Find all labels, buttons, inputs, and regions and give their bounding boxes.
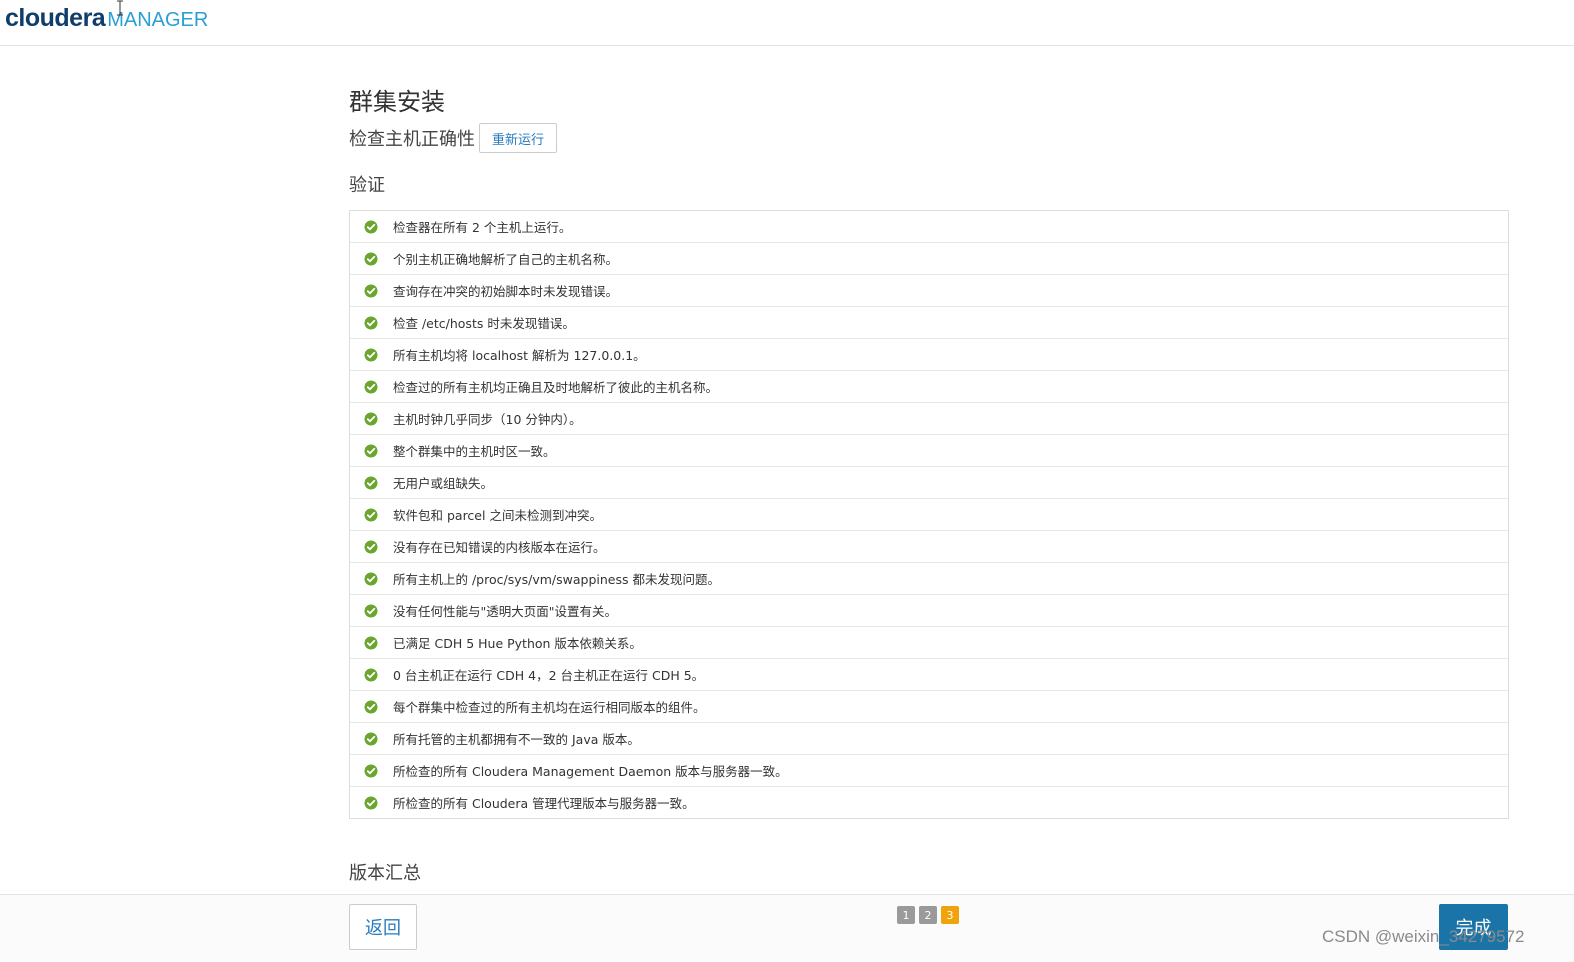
success-icon bbox=[364, 540, 378, 553]
check-text: 所有托管的主机都拥有不一致的 Java 版本。 bbox=[393, 732, 640, 747]
list-item: 个别主机正确地解析了自己的主机名称。 bbox=[350, 243, 1508, 275]
success-icon bbox=[364, 220, 378, 233]
step-1-badge: 1 bbox=[897, 906, 915, 924]
check-text: 软件包和 parcel 之间未检测到冲突。 bbox=[393, 508, 602, 523]
check-text: 没有存在已知错误的内核版本在运行。 bbox=[393, 540, 606, 555]
check-text: 查询存在冲突的初始脚本时未发现错误。 bbox=[393, 284, 619, 299]
success-icon bbox=[364, 604, 378, 617]
list-item: 整个群集中的主机时区一致。 bbox=[350, 435, 1508, 467]
success-icon bbox=[364, 252, 378, 265]
check-text: 每个群集中检查过的所有主机均在运行相同版本的组件。 bbox=[393, 700, 706, 715]
back-button[interactable]: 返回 bbox=[349, 904, 417, 950]
success-icon bbox=[364, 572, 378, 585]
success-icon bbox=[364, 732, 378, 745]
success-icon bbox=[364, 284, 378, 297]
page-title: 群集安装 bbox=[349, 88, 445, 116]
watermark: CSDN @weixin_34279572 bbox=[1322, 927, 1525, 946]
success-icon bbox=[364, 636, 378, 649]
check-text: 所有主机均将 localhost 解析为 127.0.0.1。 bbox=[393, 348, 646, 363]
logo-cloudera-text: cloudera bbox=[5, 4, 106, 32]
check-text: 整个群集中的主机时区一致。 bbox=[393, 444, 556, 459]
list-item: 所有主机上的 /proc/sys/vm/swappiness 都未发现问题。 bbox=[350, 563, 1508, 595]
check-text: 检查 /etc/hosts 时未发现错误。 bbox=[393, 316, 575, 331]
list-item: 检查 /etc/hosts 时未发现错误。 bbox=[350, 307, 1508, 339]
check-text: 0 台主机正在运行 CDH 4，2 台主机正在运行 CDH 5。 bbox=[393, 668, 705, 683]
check-text: 所检查的所有 Cloudera 管理代理版本与服务器一致。 bbox=[393, 796, 695, 811]
subtitle: 检查主机正确性 bbox=[349, 129, 475, 150]
step-indicator: 123 bbox=[897, 906, 963, 924]
rerun-button[interactable]: 重新运行 bbox=[479, 123, 558, 153]
cloudera-manager-logo[interactable]: cloudera MANAGER bbox=[5, 4, 208, 33]
list-item: 已满足 CDH 5 Hue Python 版本依赖关系。 bbox=[350, 627, 1508, 659]
list-item: 所有主机均将 localhost 解析为 127.0.0.1。 bbox=[350, 339, 1508, 371]
check-text: 检查过的所有主机均正确且及时地解析了彼此的主机名称。 bbox=[393, 380, 719, 395]
list-item: 没有任何性能与"透明大页面"设置有关。 bbox=[350, 595, 1508, 627]
list-item: 所检查的所有 Cloudera Management Daemon 版本与服务器… bbox=[350, 755, 1508, 787]
list-item: 检查过的所有主机均正确且及时地解析了彼此的主机名称。 bbox=[350, 371, 1508, 403]
check-text: 无用户或组缺失。 bbox=[393, 476, 494, 491]
success-icon bbox=[364, 444, 378, 457]
list-item: 检查器在所有 2 个主机上运行。 bbox=[350, 211, 1508, 243]
list-item: 0 台主机正在运行 CDH 4，2 台主机正在运行 CDH 5。 bbox=[350, 659, 1508, 691]
success-icon bbox=[364, 348, 378, 361]
success-icon bbox=[364, 508, 378, 521]
check-text: 主机时钟几乎同步（10 分钟内）。 bbox=[393, 412, 582, 427]
verify-heading: 验证 bbox=[349, 175, 385, 196]
subtitle-row: 检查主机正确性 重新运行 bbox=[349, 122, 558, 154]
list-item: 软件包和 parcel 之间未检测到冲突。 bbox=[350, 499, 1508, 531]
check-text: 个别主机正确地解析了自己的主机名称。 bbox=[393, 252, 619, 267]
success-icon bbox=[364, 412, 378, 425]
list-item: 所检查的所有 Cloudera 管理代理版本与服务器一致。 bbox=[350, 787, 1508, 818]
list-item: 所有托管的主机都拥有不一致的 Java 版本。 bbox=[350, 723, 1508, 755]
success-icon bbox=[364, 380, 378, 393]
top-navbar: cloudera MANAGER bbox=[0, 0, 1574, 46]
check-text: 所有主机上的 /proc/sys/vm/swappiness 都未发现问题。 bbox=[393, 572, 720, 587]
check-text: 检查器在所有 2 个主机上运行。 bbox=[393, 220, 572, 235]
list-item: 主机时钟几乎同步（10 分钟内）。 bbox=[350, 403, 1508, 435]
version-summary-heading: 版本汇总 bbox=[349, 863, 421, 884]
success-icon bbox=[364, 668, 378, 681]
list-item: 每个群集中检查过的所有主机均在运行相同版本的组件。 bbox=[350, 691, 1508, 723]
check-text: 所检查的所有 Cloudera Management Daemon 版本与服务器… bbox=[393, 764, 788, 779]
list-item: 查询存在冲突的初始脚本时未发现错误。 bbox=[350, 275, 1508, 307]
success-icon bbox=[364, 476, 378, 489]
validation-list: 检查器在所有 2 个主机上运行。个别主机正确地解析了自己的主机名称。 查询存在冲突… bbox=[349, 210, 1509, 819]
check-text: 已满足 CDH 5 Hue Python 版本依赖关系。 bbox=[393, 636, 642, 651]
success-icon bbox=[364, 316, 378, 329]
success-icon bbox=[364, 764, 378, 777]
step-3-badge: 3 bbox=[941, 906, 959, 924]
success-icon bbox=[364, 796, 378, 809]
text-cursor-icon bbox=[117, 0, 123, 16]
step-2-badge: 2 bbox=[919, 906, 937, 924]
list-item: 无用户或组缺失。 bbox=[350, 467, 1508, 499]
success-icon bbox=[364, 700, 378, 713]
list-item: 没有存在已知错误的内核版本在运行。 bbox=[350, 531, 1508, 563]
check-text: 没有任何性能与"透明大页面"设置有关。 bbox=[393, 604, 617, 619]
